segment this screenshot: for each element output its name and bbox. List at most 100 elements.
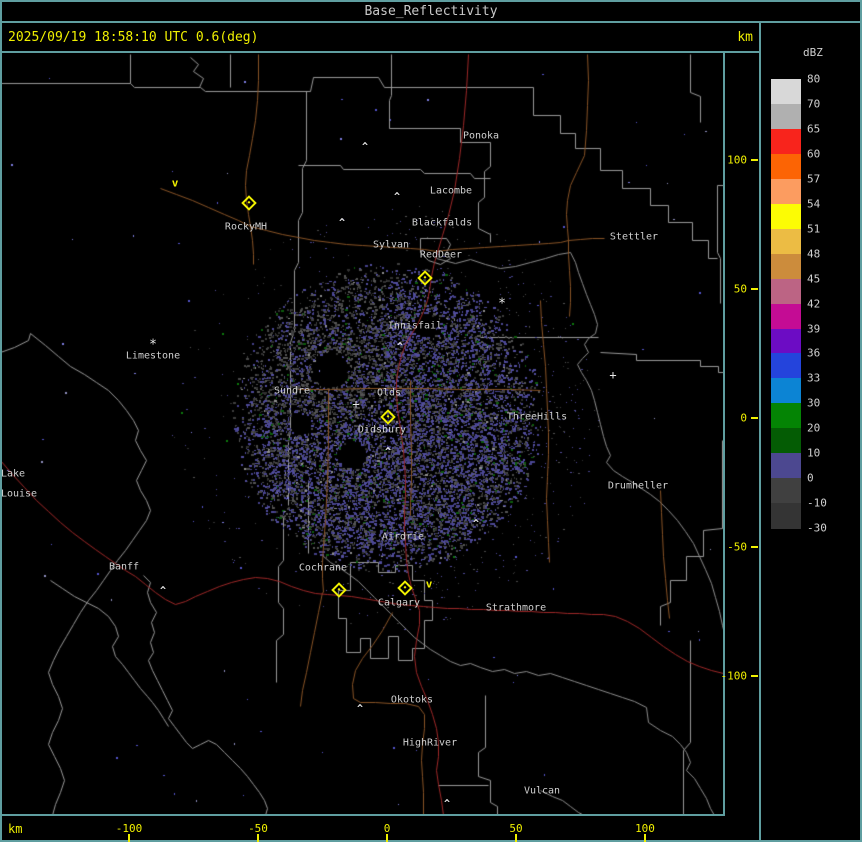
colorbar-swatch (771, 503, 801, 529)
colorbar-tick-label: 33 (807, 371, 821, 385)
colorbar-tick-label: 45 (807, 272, 821, 286)
city-label: RedDeer (419, 249, 463, 261)
right-axis-tick-label: -100 (720, 669, 748, 683)
city-label: Olds (376, 387, 402, 399)
bottom-axis-tick (644, 834, 646, 842)
right-distance-axis: 100 50 0 -50 -100 (721, 53, 759, 814)
colorbar-tick-label: 60 (807, 147, 821, 161)
city-label: HighRiver (402, 737, 458, 749)
info-divider (0, 51, 761, 53)
radar-app-window: Base_Reflectivity 2025/09/19 18:58:10 UT… (0, 0, 862, 842)
city-label: Cochrane (298, 562, 348, 574)
colorbar-tick-label: 57 (807, 172, 821, 186)
colorbar-unit-label: dBZ (803, 46, 823, 59)
colorbar-tick-label: -10 (807, 496, 827, 510)
colorbar-swatch (771, 278, 801, 305)
bottom-axis-tick (257, 834, 259, 842)
city-label: Didsbury (357, 424, 407, 436)
colorbar-swatch (771, 128, 801, 155)
city-label: Innisfail (387, 320, 443, 332)
summit-marker: ^ (356, 703, 364, 715)
right-axis-unit-label: km (737, 30, 753, 45)
colorbar-swatch (771, 428, 801, 454)
colorbar-swatch (771, 253, 801, 280)
city-label: Sundre (273, 385, 311, 397)
summit-marker: ^ (361, 141, 369, 153)
bottom-axis-tick (515, 834, 517, 842)
city-label: Lacombe (429, 185, 473, 197)
window-title: Base_Reflectivity (0, 0, 862, 23)
city-label: ThreeHills (506, 411, 568, 423)
colorbar-tick-label: 0 (807, 471, 814, 485)
bottom-distance-axis: -100 -50 0 50 100 (2, 816, 759, 842)
colorbar-tick-label: 54 (807, 197, 821, 211)
bottom-axis-tick (386, 834, 388, 842)
v-station-marker: v (425, 577, 433, 591)
asterisk-marker: * (498, 296, 506, 312)
summit-marker: ^ (393, 191, 401, 203)
bottom-axis-unit-label: km (8, 822, 23, 836)
scan-info-bar: 2025/09/19 18:58:10 UTC 0.6(deg) km (2, 23, 757, 51)
right-axis-tick (751, 417, 758, 419)
colorbar-tick-label: 80 (807, 72, 821, 86)
right-axis-tick-label: 50 (733, 282, 747, 296)
colorbar-tick-label: 42 (807, 297, 821, 311)
right-axis-tick (751, 159, 758, 161)
colorbar-tick-label: 10 (807, 446, 821, 460)
colorbar-swatch (771, 403, 801, 429)
city-label: Strathmore (485, 602, 547, 614)
right-axis-tick (751, 546, 758, 548)
city-label: Blackfalds (411, 217, 473, 229)
right-axis-tick-label: 0 (740, 411, 747, 425)
colorbar-tick-label: 70 (807, 97, 821, 111)
colorbar-tick-label: -30 (807, 521, 827, 535)
right-axis-tick-label: 100 (727, 153, 747, 167)
colorbar-tick-label: 36 (807, 346, 821, 360)
colorbar-swatch (771, 79, 801, 105)
colorbar-swatch (771, 153, 801, 180)
city-label: Airdrie (381, 531, 425, 543)
city-label: Drumheller (607, 480, 669, 492)
map-viewport: Ponoka Lacombe Blackfalds Sylvan RedDeer Stet… (2, 53, 723, 814)
colorbar-swatch (771, 478, 801, 504)
city-label: RockyMH (224, 221, 268, 233)
city-label: Ponoka (462, 130, 500, 142)
colorbar-swatch (771, 178, 801, 205)
colorbar-tick-label: 48 (807, 247, 821, 261)
colorbar-swatch (771, 328, 801, 354)
left-border (0, 23, 2, 842)
colorbar-tick-label: 30 (807, 396, 821, 410)
city-label: Calgary (377, 597, 421, 609)
v-station-marker: v (171, 176, 179, 190)
city-label: Banff (108, 561, 140, 573)
colorbar-swatch (771, 378, 801, 404)
colorbar-panel: dBZ 80 70 65 60 57 54 51 48 45 42 39 36 33 30 20 10 0 -10… (761, 23, 860, 840)
summit-marker: ^ (384, 446, 392, 458)
summit-marker: ^ (443, 798, 451, 810)
right-axis-tick (751, 288, 758, 290)
bottom-axis-tick (128, 834, 130, 842)
colorbar-swatch (771, 303, 801, 329)
city-label: Sylvan (372, 239, 410, 251)
city-label: Stettler (609, 231, 659, 243)
colorbar-swatch (771, 228, 801, 255)
scan-datetime: 2025/09/19 18:58:10 UTC 0.6(deg) (8, 30, 259, 45)
cross-marker: + (352, 397, 360, 411)
summit-marker: ^ (159, 585, 167, 597)
city-label: Louise (2, 488, 38, 500)
asterisk-marker: * (149, 337, 157, 353)
colorbar-swatch (771, 103, 801, 130)
colorbar-tick-label: 65 (807, 122, 821, 136)
summit-marker: ^ (396, 341, 404, 353)
summit-marker: ^ (338, 217, 346, 229)
city-label: Vulcan (523, 785, 561, 797)
city-label: Lake (2, 468, 26, 480)
divider (0, 21, 862, 23)
right-axis-tick (751, 675, 758, 677)
colorbar-swatch (771, 353, 801, 379)
colorbar-swatch (771, 203, 801, 230)
colorbar-swatch (771, 453, 801, 479)
summit-marker: ^ (472, 518, 480, 530)
city-label: Okotoks (390, 694, 434, 706)
colorbar-tick-label: 20 (807, 421, 821, 435)
